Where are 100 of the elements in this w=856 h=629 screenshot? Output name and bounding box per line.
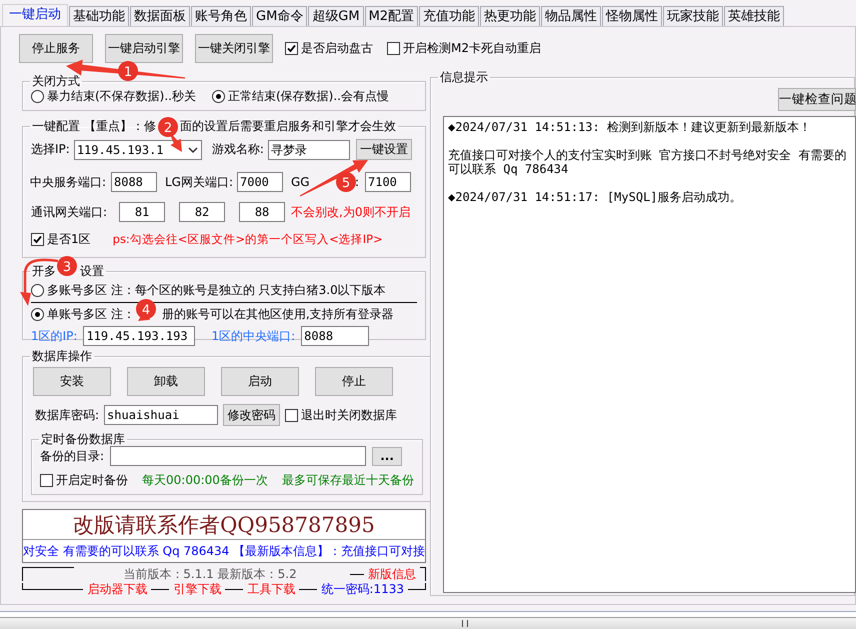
tab[interactable]: 怪物属性 — [602, 6, 662, 26]
step-badge: 3 — [57, 256, 77, 276]
tab[interactable]: GM命令 — [252, 6, 308, 26]
stop-service-button[interactable]: 停止服务 — [19, 34, 93, 62]
group-title: 定时备份数据库 — [41, 431, 125, 448]
database-button[interactable]: 卸载 — [127, 367, 205, 396]
group-title: 一键配置 【重点】：修 — [32, 118, 156, 135]
change-password-button[interactable]: 修改密码 — [223, 404, 280, 426]
checkbox-label: 是否启动盘古 — [301, 40, 373, 56]
field-label: 1区的IP: — [31, 328, 78, 344]
download-link[interactable]: 启动器下载 — [87, 581, 148, 598]
group-title: 信息提示 — [440, 69, 488, 86]
warning-text: 不会别改,为0则不开启 — [291, 204, 410, 220]
group-title: 设置 — [80, 263, 104, 280]
field-label: 通讯网关端口: — [31, 204, 108, 220]
radio-label: 单账号多区 注： — [47, 306, 135, 323]
group-title: 关闭方式 — [32, 73, 80, 90]
zone-port-field[interactable]: 8088 — [301, 326, 370, 346]
annotation-arrow — [170, 132, 182, 152]
database-button[interactable]: 停止 — [315, 367, 393, 396]
radio-label: 册的账号可以在其他区使用,支持所有登录器 — [162, 306, 394, 323]
group-title: 面的设置后需要重启服务和引擎才会生效 — [180, 118, 396, 135]
annotation-arrow — [20, 258, 58, 306]
field-label: LG网关端口: — [165, 174, 231, 190]
database-button[interactable]: 启动 — [221, 367, 299, 396]
group-title: 数据库操作 — [32, 348, 92, 365]
browse-button[interactable]: ... — [372, 446, 402, 466]
checkbox[interactable] — [285, 408, 298, 422]
port-field[interactable]: 88 — [239, 202, 286, 222]
port-field[interactable]: 81 — [119, 202, 166, 222]
field-label: GG — [291, 175, 310, 189]
game-name-field[interactable]: 寻梦录 — [268, 140, 350, 160]
checkbox[interactable] — [387, 42, 400, 54]
port-field[interactable]: 8088 — [111, 172, 157, 192]
tab[interactable]: 一键启动 — [2, 4, 68, 26]
version-text: 当前版本：5.1.1 最新版本：5.2 — [123, 566, 297, 583]
checkbox-label: 开启定时备份 — [56, 472, 128, 489]
field-label: : — [354, 175, 359, 189]
field-label: 选择IP: — [31, 141, 70, 158]
frame-line — [408, 583, 426, 590]
radio-label: 暴力结束(不保存数据)..秒关 — [47, 88, 196, 105]
port-field[interactable]: 7100 — [365, 172, 411, 192]
download-link[interactable]: 统一密码:1133 — [321, 581, 404, 598]
step-badge: 1 — [118, 61, 138, 81]
schedule-text: 每天00:00:00备份一次 — [142, 472, 268, 489]
hint-text: ps:勾选会往<区服文件>的第一个区写入<选择IP> — [112, 232, 383, 247]
password-field[interactable]: shuaishuai — [104, 405, 218, 425]
checkbox-label: 开启检测M2卡死自动重启 — [403, 40, 541, 56]
checkbox[interactable] — [31, 233, 44, 246]
tab[interactable]: M2配置 — [364, 6, 418, 26]
port-field[interactable]: 82 — [179, 202, 226, 222]
tab[interactable]: 物品属性 — [541, 6, 602, 26]
stop-engine-button[interactable]: 一键关闭引擎 — [195, 34, 273, 62]
horizontal-scrollbar[interactable] — [0, 618, 856, 629]
frame-line — [350, 574, 364, 575]
download-link[interactable]: 引擎下载 — [173, 581, 222, 598]
step-badge: 5 — [336, 172, 356, 192]
checkbox[interactable] — [285, 42, 298, 54]
database-button[interactable]: 安装 — [33, 367, 111, 396]
tab[interactable]: 玩家技能 — [663, 6, 724, 26]
directory-field[interactable] — [110, 446, 366, 466]
radio-button[interactable] — [31, 284, 44, 297]
tab[interactable]: 英雄技能 — [724, 6, 784, 26]
field-label: 数据库密码: — [35, 406, 100, 424]
field-label: 1区的中央端口: — [211, 328, 296, 344]
apply-settings-button[interactable]: 一键设置 — [356, 139, 412, 160]
banner-title: 改版请联系作者QQ958787895 — [23, 510, 425, 540]
log-line: ◆2024/07/31 14:51:13: 检测到新版本！建议更新到最新版本！ — [448, 120, 812, 134]
step-badge: 2 — [158, 117, 178, 137]
group-title: 开多 — [32, 263, 56, 280]
scrolling-text: 对安全 有需要的可以联系 Qq 786434 【最新版本信息】：充值接口可对接 — [23, 543, 425, 560]
radio-button[interactable] — [212, 90, 225, 103]
tab[interactable]: 充值功能 — [419, 6, 480, 26]
port-field[interactable]: 7000 — [237, 172, 283, 192]
zone-ip-field[interactable]: 119.45.193.193 — [83, 326, 196, 346]
tab[interactable]: 热更功能 — [480, 6, 540, 26]
start-engine-button[interactable]: 一键启动引擎 — [105, 34, 183, 62]
field-label: 备份的目录: — [40, 448, 104, 464]
tab[interactable]: 超级GM — [308, 6, 364, 26]
radio-label: 多账号多区 注：每个区的账号是独立的 只支持白猪3.0以下版本 — [47, 282, 386, 299]
radio-label: 正常结束(保存数据)..会有点慢 — [228, 88, 389, 105]
radio-button[interactable] — [31, 90, 44, 103]
tab[interactable]: 账号角色 — [191, 6, 251, 26]
download-link[interactable]: 工具下载 — [247, 581, 296, 598]
frame-line — [420, 567, 426, 581]
frame-line — [22, 583, 84, 590]
ip-dropdown[interactable]: 119.45.193.1 — [74, 140, 202, 160]
frame-line — [22, 567, 74, 581]
radio-button[interactable] — [31, 308, 44, 321]
chevron-down-icon — [188, 146, 198, 154]
tab[interactable]: 数据面板 — [130, 6, 190, 26]
step-badge: 4 — [136, 299, 156, 319]
checkbox[interactable] — [40, 474, 53, 487]
retention-text: 最多可保存最近十天备份 — [282, 472, 414, 489]
log-line: ◆2024/07/31 14:51:17: [MySQL]服务启动成功。 — [448, 190, 743, 204]
tab[interactable]: 基础功能 — [69, 6, 129, 26]
check-issues-button[interactable]: 一键检查问题 — [778, 88, 856, 111]
checkbox-label: 是否1区 — [47, 231, 91, 248]
field-label: 游戏名称: — [212, 141, 264, 158]
checkbox-label: 退出时关闭数据库 — [301, 406, 398, 424]
